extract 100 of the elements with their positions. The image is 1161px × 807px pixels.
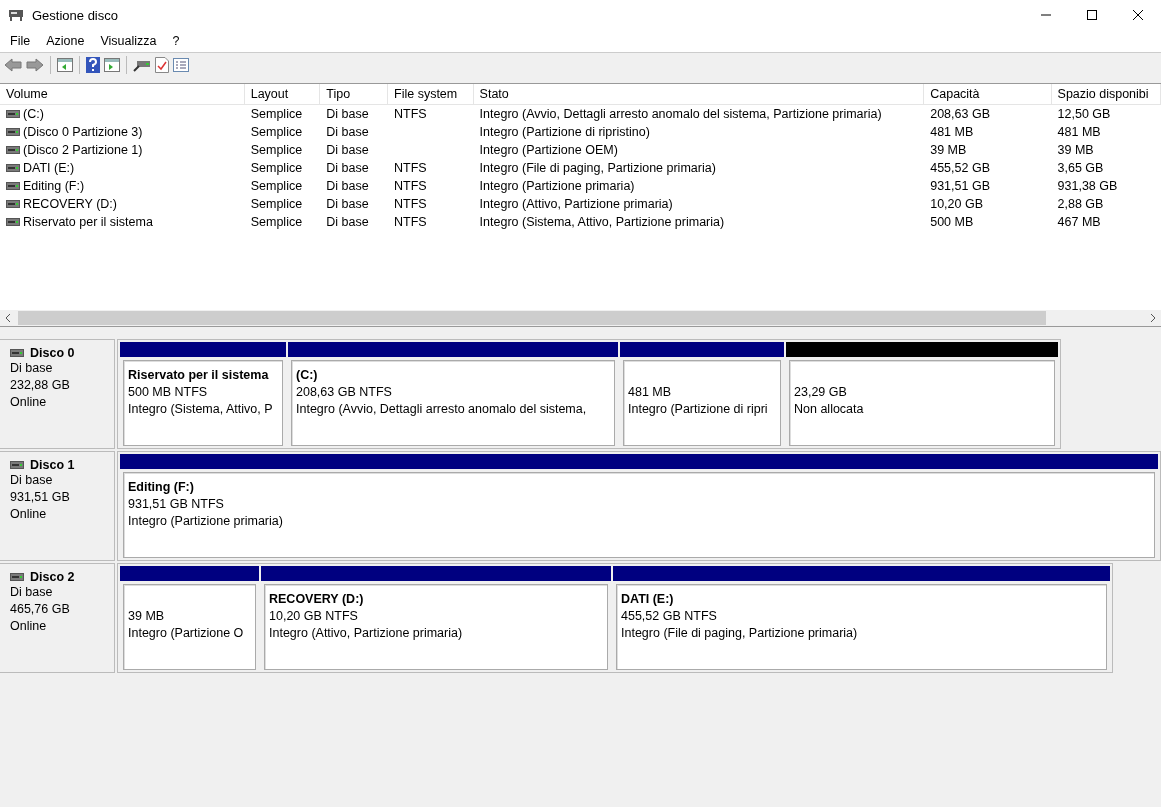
table-cell: NTFS <box>394 215 427 229</box>
partition-size: 931,51 GB NTFS <box>128 496 225 513</box>
table-cell: Editing (F:) <box>23 179 85 193</box>
menu-item[interactable]: Visualizza <box>92 34 165 48</box>
close-icon <box>1133 10 1143 20</box>
checklist-icon[interactable] <box>155 56 169 73</box>
menu-item[interactable]: Azione <box>38 34 93 48</box>
back-arrow-icon[interactable] <box>4 57 22 72</box>
table-cell: Di base <box>326 161 369 175</box>
table-cell: NTFS <box>394 179 427 193</box>
panel-icon[interactable] <box>104 57 120 72</box>
drive-icon <box>6 200 20 208</box>
column-header[interactable]: Spazio disponibi <box>1051 84 1161 104</box>
table-cell: Di base <box>326 215 369 229</box>
table-cell: Integro (Partizione di ripristino) <box>479 125 650 139</box>
table-cell: Semplice <box>250 161 303 175</box>
partition-size: 481 MB <box>628 384 673 401</box>
disk-type: Di base <box>10 584 54 601</box>
table-cell: Semplice <box>250 143 303 157</box>
table-cell: Semplice <box>250 197 303 211</box>
partition-block[interactable]: RECOVERY (D:) 10,20 GB NTFS Integro (Attivo, Partizione primaria) <box>264 584 608 670</box>
partition-status: Integro (Partizione O <box>128 625 245 642</box>
disk-status: Online <box>10 506 48 523</box>
partition-block[interactable]: Editing (F:) 931,51 GB NTFS Integro (Partizione primaria) <box>123 472 1155 558</box>
partition-status: Integro (Attivo, Partizione primaria) <box>269 625 464 642</box>
partition-status: Integro (Avvio, Dettagli arresto anomalo del sistema, <box>296 401 588 418</box>
table-cell: 931,38 GB <box>1057 179 1118 193</box>
table-cell: Di base <box>326 125 369 139</box>
column-header[interactable]: File system <box>388 84 474 104</box>
partition-size: 39 MB <box>128 608 166 625</box>
partition-name: DATI (E:) <box>621 591 675 608</box>
list-icon[interactable] <box>173 57 189 72</box>
table-cell: Integro (File di paging, Partizione primaria) <box>479 161 716 175</box>
partition-size: 500 MB NTFS <box>128 384 209 401</box>
window-title: Gestione disco <box>32 7 119 23</box>
scrollbar-thumb[interactable] <box>18 311 1046 325</box>
table-cell: Semplice <box>250 179 303 193</box>
column-header[interactable]: Tipo <box>320 84 388 104</box>
table-cell: (Disco 2 Partizione 1) <box>23 143 143 157</box>
table-cell: Integro (Avvio, Dettagli arresto anomalo del sistema, Partizione primaria) <box>479 107 882 121</box>
disk-info-panel[interactable]: Disco 1 Di base 931,51 GB Online <box>0 451 115 561</box>
table-cell: 3,65 GB <box>1057 161 1104 175</box>
panel-icon[interactable] <box>57 57 73 72</box>
partition-name: Editing (F:) <box>128 479 195 496</box>
disk-info-panel[interactable]: Disco 0 Di base 232,88 GB Online <box>0 339 115 449</box>
table-cell: DATI (E:) <box>23 161 75 175</box>
partition-block[interactable]: 23,29 GB Non allocata <box>789 360 1055 446</box>
table-cell: Integro (Partizione primaria) <box>479 179 635 193</box>
disk-size: 465,76 GB <box>10 601 71 618</box>
table-cell: NTFS <box>394 161 427 175</box>
table-cell: 931,51 GB <box>930 179 990 193</box>
drive-icon <box>6 110 20 118</box>
partition-status: Non allocata <box>794 401 865 418</box>
column-header[interactable]: Stato <box>473 84 925 104</box>
disk-type: Di base <box>10 472 54 489</box>
drive-icon <box>10 349 24 357</box>
help-icon[interactable] <box>86 56 100 73</box>
partition-status: Integro (Sistema, Attivo, P <box>128 401 274 418</box>
disk-size: 232,88 GB <box>10 377 71 394</box>
column-header[interactable]: Capacità <box>924 84 1052 104</box>
forward-arrow-icon[interactable] <box>26 57 44 72</box>
disk-management-icon <box>8 8 24 22</box>
table-cell: Semplice <box>250 125 303 139</box>
table-cell: Semplice <box>250 107 303 121</box>
partition-size: 23,29 GB <box>794 384 848 401</box>
partition-name: RECOVERY (D:) <box>269 591 365 608</box>
partition-status: Integro (File di paging, Partizione primaria) <box>621 625 859 642</box>
drive-icon <box>10 573 24 581</box>
drive-icon <box>6 182 20 190</box>
partition-block[interactable]: (C:) 208,63 GB NTFS Integro (Avvio, Dettagli arresto anomalo del sistema, <box>291 360 615 446</box>
menu-item[interactable]: File <box>2 34 39 48</box>
disk-info-panel[interactable]: Disco 2 Di base 465,76 GB Online <box>0 563 115 673</box>
disk-name: Disco 0 <box>30 346 75 360</box>
partition-size: 10,20 GB NTFS <box>269 608 359 625</box>
table-cell: Semplice <box>250 215 303 229</box>
partition-status: Integro (Partizione di ripri <box>628 401 769 418</box>
partition-block[interactable]: 481 MB Integro (Partizione di ripri <box>623 360 781 446</box>
table-cell: 10,20 GB <box>930 197 984 211</box>
table-cell: RECOVERY (D:) <box>23 197 117 211</box>
partition-block[interactable]: Riservato per il sistema 500 MB NTFS Integro (Sistema, Attivo, P <box>123 360 283 446</box>
table-cell: Di base <box>326 143 369 157</box>
table-cell: Di base <box>326 107 369 121</box>
menu-item[interactable]: ? <box>164 34 188 48</box>
partition-block[interactable]: DATI (E:) 455,52 GB NTFS Integro (File di paging, Partizione primaria) <box>616 584 1107 670</box>
table-cell: 500 MB <box>930 215 974 229</box>
drive-icon <box>6 164 20 172</box>
partition-size: 208,63 GB NTFS <box>296 384 393 401</box>
table-cell: 39 MB <box>1057 143 1094 157</box>
partition-block[interactable]: 39 MB Integro (Partizione O <box>123 584 256 670</box>
disk-name: Disco 1 <box>30 458 75 472</box>
table-cell: Di base <box>326 179 369 193</box>
table-cell: NTFS <box>394 107 427 121</box>
disk-status: Online <box>10 618 48 635</box>
column-header[interactable]: Volume <box>0 84 245 104</box>
disk-size: 931,51 GB <box>10 489 71 506</box>
table-cell: (Disco 0 Partizione 3) <box>23 125 143 139</box>
partition-size: 455,52 GB NTFS <box>621 608 718 625</box>
table-cell: NTFS <box>394 197 427 211</box>
column-header[interactable]: Layout <box>244 84 321 104</box>
drive-icon <box>6 146 20 154</box>
